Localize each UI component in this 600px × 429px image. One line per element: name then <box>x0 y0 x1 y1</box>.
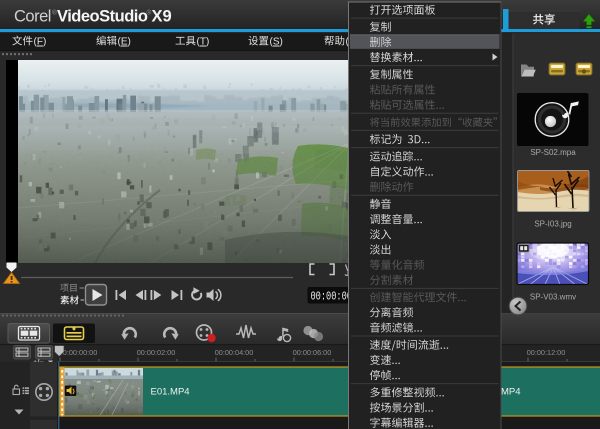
svg-text:00:00:12:00: 00:00:12:00 <box>527 348 566 357</box>
svg-text:SP-I03.jpg: SP-I03.jpg <box>534 220 571 229</box>
svg-text:E01.MP4: E01.MP4 <box>151 387 190 398</box>
svg-text:VideoStudio: VideoStudio <box>57 8 148 26</box>
svg-text:Corel: Corel <box>14 8 51 26</box>
svg-text:SP-V03.wmv: SP-V03.wmv <box>530 293 576 302</box>
svg-text:00:00:04:00: 00:00:04:00 <box>215 348 254 357</box>
svg-text:X9: X9 <box>152 8 172 26</box>
svg-text:(S): (S) <box>270 37 283 48</box>
svg-text:(F): (F) <box>34 37 47 48</box>
svg-text:00:00:06:00: 00:00:06:00 <box>293 348 332 357</box>
svg-text:(E): (E) <box>118 37 131 48</box>
svg-text:00:00:02:00: 00:00:02:00 <box>137 348 176 357</box>
svg-text:00:00:00:00: 00:00:00:00 <box>59 348 98 357</box>
svg-text:(T): (T) <box>197 37 210 48</box>
svg-text:SP-S02.mpa: SP-S02.mpa <box>530 148 576 157</box>
